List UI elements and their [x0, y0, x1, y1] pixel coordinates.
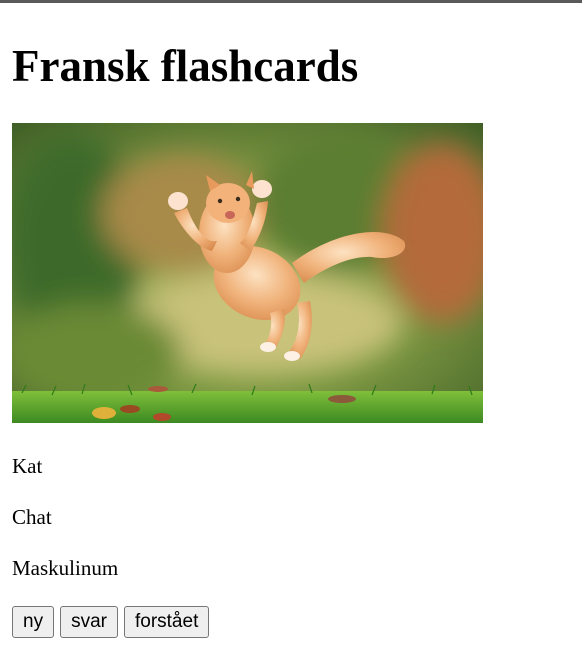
card-actions: ny svar forstået — [12, 606, 210, 638]
card-danish-word: Kat — [12, 454, 43, 478]
new-card-button[interactable]: ny — [12, 606, 55, 638]
show-answer-button[interactable]: svar — [60, 606, 118, 638]
page-title: Fransk flashcards — [12, 41, 359, 91]
card-gender: Maskulinum — [12, 556, 119, 580]
cat-jumping-photo — [12, 123, 483, 423]
card-french-word: Chat — [12, 505, 52, 529]
flashcard-image — [12, 123, 483, 423]
understood-button[interactable]: forstået — [123, 606, 210, 638]
window-top-border — [0, 0, 582, 3]
